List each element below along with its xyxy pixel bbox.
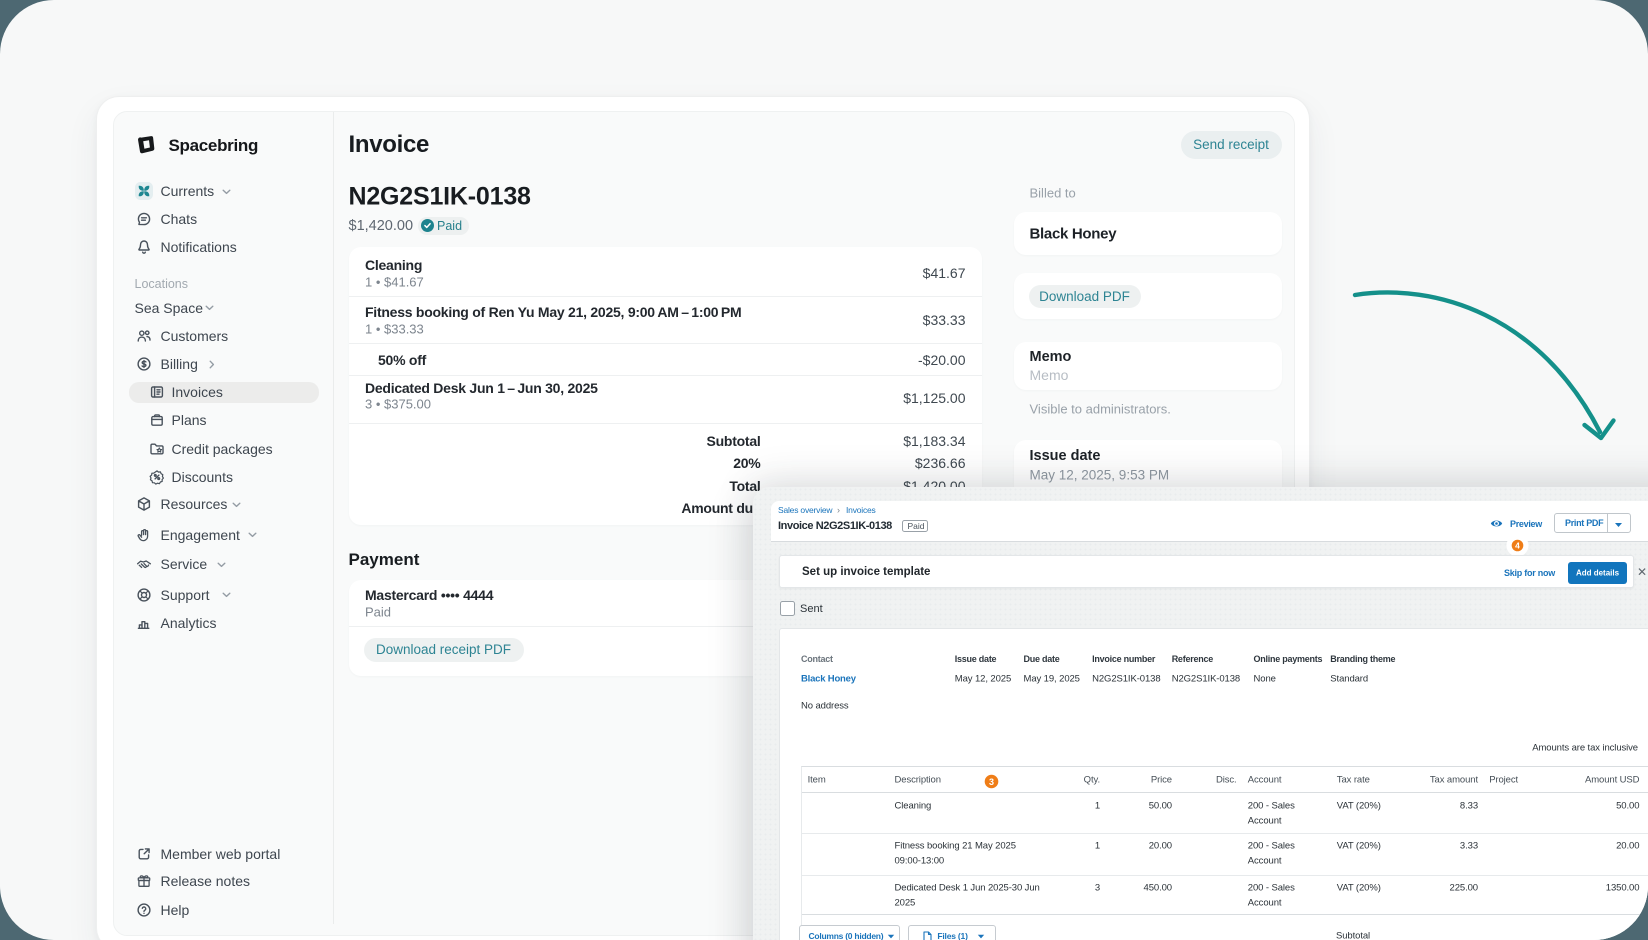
svg-text:4: 4 <box>1515 540 1520 550</box>
svg-text:3: 3 <box>989 777 994 787</box>
